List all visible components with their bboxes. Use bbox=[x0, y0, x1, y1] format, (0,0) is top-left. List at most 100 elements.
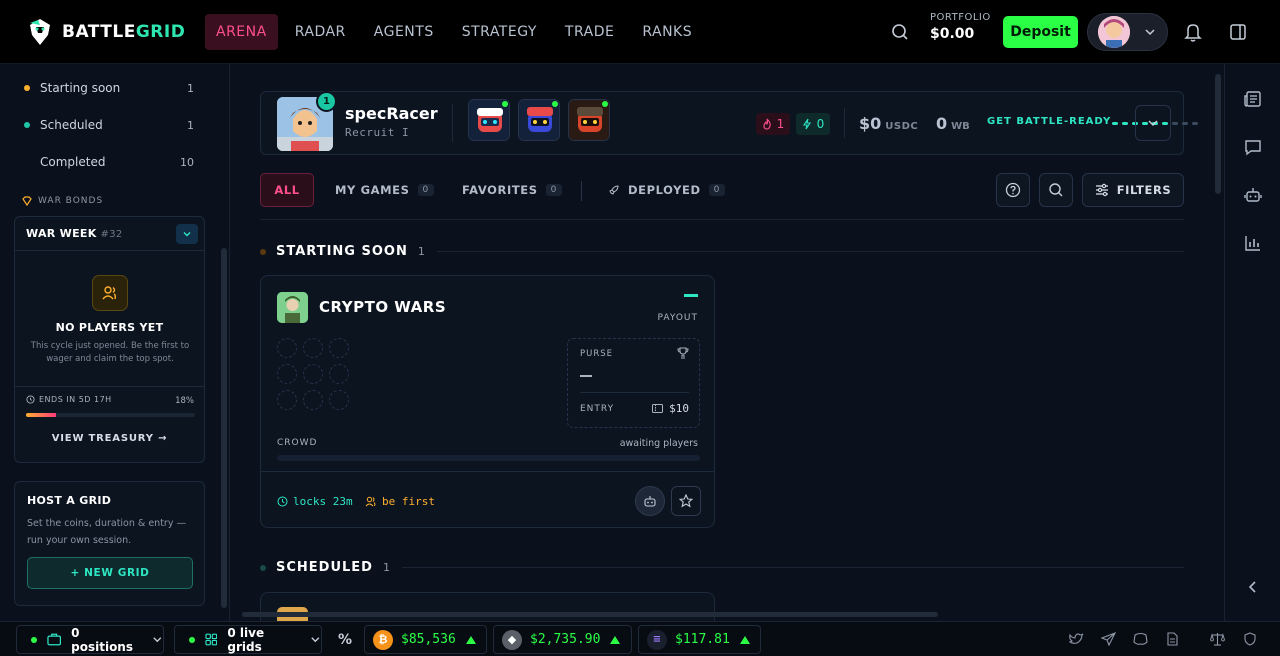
agent-avatar[interactable] bbox=[568, 99, 610, 141]
status-label: Starting soon bbox=[40, 81, 121, 95]
lightning-icon bbox=[802, 118, 811, 130]
send-icon[interactable] bbox=[1101, 632, 1116, 646]
user-menu[interactable] bbox=[1087, 13, 1168, 51]
robot-icon[interactable] bbox=[1243, 185, 1263, 205]
status-completed[interactable]: Completed 10 bbox=[24, 155, 194, 169]
tab-my-games[interactable]: MY GAMES 0 bbox=[335, 173, 434, 207]
war-week-toggle[interactable] bbox=[176, 224, 198, 244]
new-grid-button[interactable]: + NEW GRID bbox=[27, 557, 193, 589]
deposit-button[interactable]: Deposit bbox=[1003, 16, 1078, 48]
bottom-bar: 0 positions 0 live grids % ₿ $85,536 ◆ $… bbox=[0, 621, 1280, 656]
top-nav: BATTLEGRID ARENA RADAR AGENTS STRATEGY T… bbox=[0, 0, 1280, 64]
nav-radar[interactable]: RADAR bbox=[284, 14, 357, 50]
agent-avatar[interactable] bbox=[468, 99, 510, 141]
percent-toggle[interactable]: % bbox=[332, 625, 358, 654]
game-card[interactable] bbox=[260, 592, 715, 623]
scale-icon[interactable] bbox=[1210, 632, 1225, 646]
game-tabs: ALL MY GAMES 0 FAVORITES 0 DEPLOYED 0 FILTE… bbox=[260, 173, 1184, 211]
entry-label: ENTRY bbox=[580, 404, 615, 414]
empty-state-subtitle: This cycle just opened. Be the first to … bbox=[30, 341, 190, 364]
section-starting-soon: STARTING SOON 1 bbox=[260, 244, 1184, 259]
users-icon bbox=[92, 275, 128, 311]
game-card[interactable]: CRYPTO WARS PAYOUT PURSE ENTRY $10 CROWD… bbox=[260, 275, 715, 528]
gem-icon bbox=[22, 196, 32, 206]
live-grids-dropdown[interactable]: 0 live grids bbox=[174, 625, 322, 654]
empty-state-title: NO PLAYERS YET bbox=[55, 321, 164, 334]
nav-agents[interactable]: AGENTS bbox=[363, 14, 445, 50]
shield-icon[interactable] bbox=[1243, 632, 1257, 646]
search-button[interactable] bbox=[1039, 173, 1073, 207]
crowd-label: CROWD bbox=[277, 438, 318, 448]
payout-value bbox=[684, 294, 698, 297]
progress-fill bbox=[26, 413, 57, 417]
nav-arena[interactable]: ARENA bbox=[205, 14, 278, 50]
tab-favorites[interactable]: FAVORITES 0 bbox=[462, 173, 562, 207]
discord-icon[interactable] bbox=[1133, 632, 1148, 646]
status-count: 1 bbox=[187, 81, 194, 95]
status-dot bbox=[189, 636, 195, 643]
divider bbox=[580, 392, 689, 393]
usdc-balance: $0 USDC bbox=[859, 114, 919, 133]
clock-icon bbox=[277, 496, 288, 507]
energy-counter: 0 bbox=[796, 113, 830, 135]
chat-icon[interactable] bbox=[1243, 137, 1263, 157]
up-arrow-icon bbox=[739, 635, 750, 644]
tab-count: 0 bbox=[545, 184, 562, 196]
arena-main: 1 specRacer Recruit I 1 0 $0 USDC 0 WB GET… bbox=[230, 64, 1224, 623]
section-title: SCHEDULED bbox=[276, 560, 373, 575]
btc-ticker[interactable]: ₿ $85,536 bbox=[364, 625, 487, 654]
nav-trade[interactable]: TRADE bbox=[554, 14, 625, 50]
chart-icon[interactable] bbox=[1243, 233, 1263, 253]
nav-ranks[interactable]: RANKS bbox=[631, 14, 703, 50]
portfolio-summary[interactable]: PORTFOLIO $0.00 bbox=[930, 12, 991, 42]
view-treasury-link[interactable]: VIEW TREASURY → bbox=[15, 433, 204, 444]
be-first-label: be first bbox=[365, 495, 435, 508]
panel-toggle-icon[interactable] bbox=[1228, 22, 1248, 42]
host-subtitle: Set the coins, duration & entry — run yo… bbox=[27, 518, 186, 546]
chevron-down-icon bbox=[1145, 29, 1155, 36]
player-rank-title: Recruit I bbox=[345, 126, 410, 139]
btc-icon: ₿ bbox=[373, 629, 393, 650]
twitter-icon[interactable] bbox=[1069, 632, 1084, 646]
sidebar-scrollbar[interactable] bbox=[221, 248, 227, 608]
tab-deployed[interactable]: DEPLOYED 0 bbox=[608, 173, 725, 207]
sliders-icon bbox=[1095, 183, 1108, 197]
sol-ticker[interactable]: ≡ $117.81 bbox=[638, 625, 761, 654]
status-starting-soon[interactable]: Starting soon 1 bbox=[24, 81, 194, 95]
help-button[interactable] bbox=[996, 173, 1030, 207]
host-grid-card: HOST A GRID Set the coins, duration & en… bbox=[14, 481, 205, 606]
get-battle-ready-link[interactable]: GET BATTLE-READY bbox=[987, 116, 1111, 127]
divider bbox=[260, 219, 1184, 220]
section-dot bbox=[260, 564, 266, 571]
war-bonds-heading: WAR BONDS bbox=[22, 196, 103, 206]
level-badge: 1 bbox=[316, 91, 337, 112]
empty-slot bbox=[329, 390, 349, 410]
player-menu-button[interactable] bbox=[1135, 105, 1171, 141]
main-scrollbar[interactable] bbox=[1215, 74, 1221, 194]
positions-dropdown[interactable]: 0 positions bbox=[16, 625, 164, 654]
status-dot bbox=[24, 85, 30, 91]
agent-avatar[interactable] bbox=[518, 99, 560, 141]
favorite-button[interactable] bbox=[671, 486, 701, 516]
tab-all[interactable]: ALL bbox=[260, 173, 314, 207]
crowd-progress-bar bbox=[277, 455, 700, 461]
deploy-agent-button[interactable] bbox=[635, 486, 665, 516]
nav-strategy[interactable]: STRATEGY bbox=[451, 14, 548, 50]
chevron-left-icon[interactable] bbox=[1243, 577, 1263, 597]
bell-icon[interactable] bbox=[1184, 22, 1202, 42]
brand-logo[interactable]: BATTLEGRID bbox=[26, 17, 185, 47]
status-scheduled[interactable]: Scheduled 1 bbox=[24, 118, 194, 132]
status-dot bbox=[24, 122, 30, 128]
online-indicator bbox=[502, 101, 508, 107]
left-sidebar: Starting soon 1 Scheduled 1 Completed 10… bbox=[0, 64, 230, 621]
news-icon[interactable] bbox=[1243, 89, 1263, 109]
filters-button[interactable]: FILTERS bbox=[1082, 173, 1184, 207]
document-icon[interactable] bbox=[1165, 632, 1179, 646]
purse-label: PURSE bbox=[580, 349, 614, 359]
horizontal-scrollbar[interactable] bbox=[242, 612, 938, 617]
status-label: Scheduled bbox=[40, 118, 103, 132]
eth-ticker[interactable]: ◆ $2,735.90 bbox=[493, 625, 632, 654]
payout-label: PAYOUT bbox=[657, 313, 698, 323]
status-count: 1 bbox=[187, 118, 194, 132]
search-icon[interactable] bbox=[890, 22, 910, 42]
